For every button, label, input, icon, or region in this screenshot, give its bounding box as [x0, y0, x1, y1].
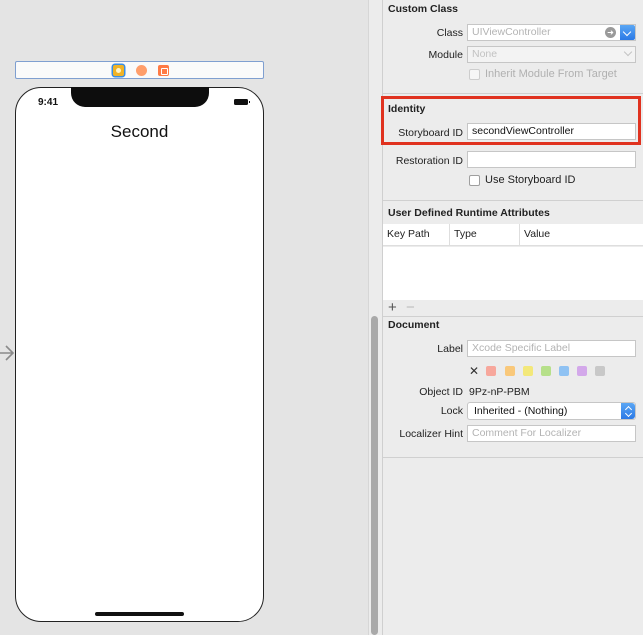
- module-field[interactable]: None: [467, 46, 636, 63]
- document-title: Document: [388, 319, 440, 331]
- runtime-attributes-table[interactable]: [383, 247, 643, 300]
- home-indicator: [95, 612, 184, 616]
- custom-class-title: Custom Class: [388, 3, 459, 15]
- identity-highlight-box: [381, 96, 641, 145]
- class-dropdown-button[interactable]: [620, 25, 635, 40]
- localizer-hint-placeholder: Comment For Localizer: [472, 427, 582, 439]
- section-divider: [383, 316, 643, 317]
- section-divider: [383, 93, 643, 94]
- clear-color-icon[interactable]: ✕: [469, 364, 479, 378]
- column-type[interactable]: Type: [454, 228, 477, 240]
- localizer-hint-field[interactable]: Comment For Localizer: [467, 425, 636, 442]
- label-placeholder: Xcode Specific Label: [472, 342, 571, 354]
- add-attribute-button[interactable]: +: [388, 300, 397, 315]
- column-divider: [519, 224, 520, 246]
- color-swatch-green[interactable]: [541, 366, 551, 376]
- storyboard-canvas[interactable]: 9:41 Second: [0, 0, 368, 635]
- object-id-label: Object ID: [419, 386, 463, 398]
- color-swatch-blue[interactable]: [559, 366, 569, 376]
- column-value[interactable]: Value: [524, 228, 550, 240]
- section-divider: [383, 457, 643, 458]
- remove-attribute-button[interactable]: −: [406, 300, 415, 315]
- column-key-path[interactable]: Key Path: [387, 228, 430, 240]
- lock-value: Inherited - (Nothing): [474, 405, 568, 417]
- scene-dock[interactable]: [15, 61, 264, 79]
- restoration-id-field[interactable]: [467, 151, 636, 168]
- lock-popup[interactable]: Inherited - (Nothing): [467, 402, 636, 420]
- battery-icon: [234, 99, 250, 105]
- status-bar-time: 9:41: [38, 97, 59, 108]
- inherit-module-label: Inherit Module From Target: [485, 68, 617, 80]
- section-divider: [383, 200, 643, 201]
- device-frame[interactable]: 9:41 Second: [15, 87, 264, 622]
- go-to-class-icon[interactable]: ➜: [605, 27, 616, 38]
- column-divider: [449, 224, 450, 246]
- class-field[interactable]: UIViewController ➜: [467, 24, 636, 41]
- canvas-scrollbar[interactable]: [371, 316, 378, 635]
- color-swatch-yellow[interactable]: [523, 366, 533, 376]
- module-label: Module: [428, 49, 463, 61]
- color-swatch-gray[interactable]: [595, 366, 605, 376]
- first-responder-icon[interactable]: [136, 65, 147, 76]
- restoration-id-label: Restoration ID: [395, 155, 463, 167]
- entry-point-arrow-icon[interactable]: [0, 342, 15, 364]
- label-field[interactable]: Xcode Specific Label: [467, 340, 636, 357]
- view-controller-icon[interactable]: [113, 65, 124, 76]
- object-id-value: 9Pz-nP-PBM: [469, 386, 530, 398]
- popup-arrows-icon[interactable]: [621, 403, 635, 419]
- chevron-down-icon[interactable]: [623, 47, 633, 57]
- navigation-title[interactable]: Second: [16, 122, 263, 142]
- module-placeholder: None: [472, 48, 498, 60]
- lock-label: Lock: [440, 405, 463, 417]
- class-label: Class: [436, 27, 463, 39]
- localizer-hint-label: Localizer Hint: [399, 428, 463, 440]
- class-placeholder: UIViewController: [472, 26, 551, 38]
- color-swatch-red[interactable]: [486, 366, 496, 376]
- runtime-attributes-title: User Defined Runtime Attributes: [388, 207, 550, 219]
- label-label: Label: [437, 343, 463, 355]
- device-notch: [71, 87, 209, 107]
- exit-icon[interactable]: [158, 65, 169, 76]
- color-swatch-orange[interactable]: [505, 366, 515, 376]
- inherit-module-checkbox[interactable]: [469, 69, 480, 80]
- runtime-attributes-header: Key Path Type Value: [383, 224, 643, 246]
- color-swatch-purple[interactable]: [577, 366, 587, 376]
- use-storyboard-id-checkbox[interactable]: [469, 175, 480, 186]
- use-storyboard-id-label: Use Storyboard ID: [485, 174, 576, 186]
